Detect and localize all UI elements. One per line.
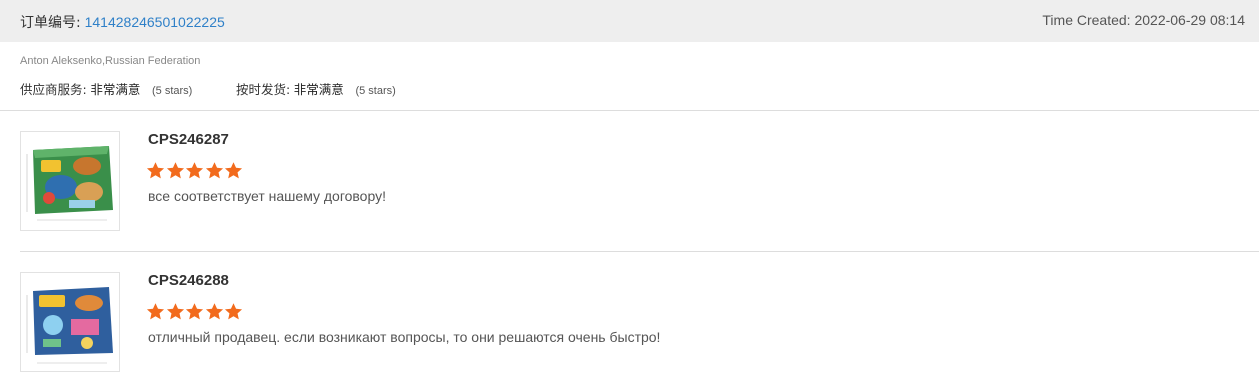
space-toy-box-image	[21, 273, 119, 371]
rating-label: 供应商服务:	[20, 82, 87, 97]
order-number: 订单编号: 141428246501022225	[20, 12, 225, 32]
rating-label: 按时发货:	[235, 82, 291, 97]
star-icon	[146, 303, 165, 320]
rating-note: (5 stars)	[151, 85, 193, 97]
divider	[20, 251, 1259, 252]
product-sku: CPS246287	[148, 131, 229, 148]
star-icon	[205, 162, 223, 179]
review-item: CPS246287 все соответствует нашему догов…	[0, 130, 1259, 250]
review-comment: отличный продавец. если возникают вопрос…	[148, 329, 661, 345]
star-icon	[166, 303, 184, 320]
star-icon	[224, 162, 243, 179]
review-stars	[146, 302, 244, 322]
divider	[0, 110, 1259, 111]
rating-note: (5 stars)	[355, 85, 396, 97]
rating-supplier-service: 供应商服务: 非常满意 (5 stars)	[20, 79, 192, 98]
product-image[interactable]	[20, 131, 120, 231]
time-created: Time Created: 2022-06-29 08:14	[1042, 12, 1245, 28]
buyer-info: Anton Aleksenko,Russian Federation	[20, 55, 201, 67]
rating-value: 非常满意	[293, 82, 344, 97]
order-number-label: 订单编号:	[20, 15, 81, 31]
star-icon	[224, 303, 243, 320]
review-item: CPS246288 отличный продавец. если возник…	[0, 271, 1259, 389]
review-stars	[146, 161, 244, 181]
rating-on-time-shipping: 按时发货: 非常满意 (5 stars)	[236, 79, 396, 98]
seller-ratings: 供应商服务: 非常满意 (5 stars) 按时发货: 非常满意 (5 star…	[20, 79, 396, 98]
product-image[interactable]	[20, 272, 120, 372]
star-icon	[185, 303, 204, 320]
dinosaur-toy-box-image	[21, 132, 119, 230]
star-icon	[205, 303, 223, 320]
order-number-link[interactable]: 141428246501022225	[85, 14, 225, 30]
star-icon	[166, 162, 184, 179]
star-icon	[185, 162, 204, 179]
product-sku: CPS246288	[148, 272, 229, 289]
rating-value: 非常满意	[90, 82, 141, 97]
order-header: 订单编号: 141428246501022225 Time Created: 2…	[0, 0, 1259, 42]
star-icon	[146, 162, 165, 179]
review-comment: все соответствует нашему договору!	[148, 188, 386, 204]
